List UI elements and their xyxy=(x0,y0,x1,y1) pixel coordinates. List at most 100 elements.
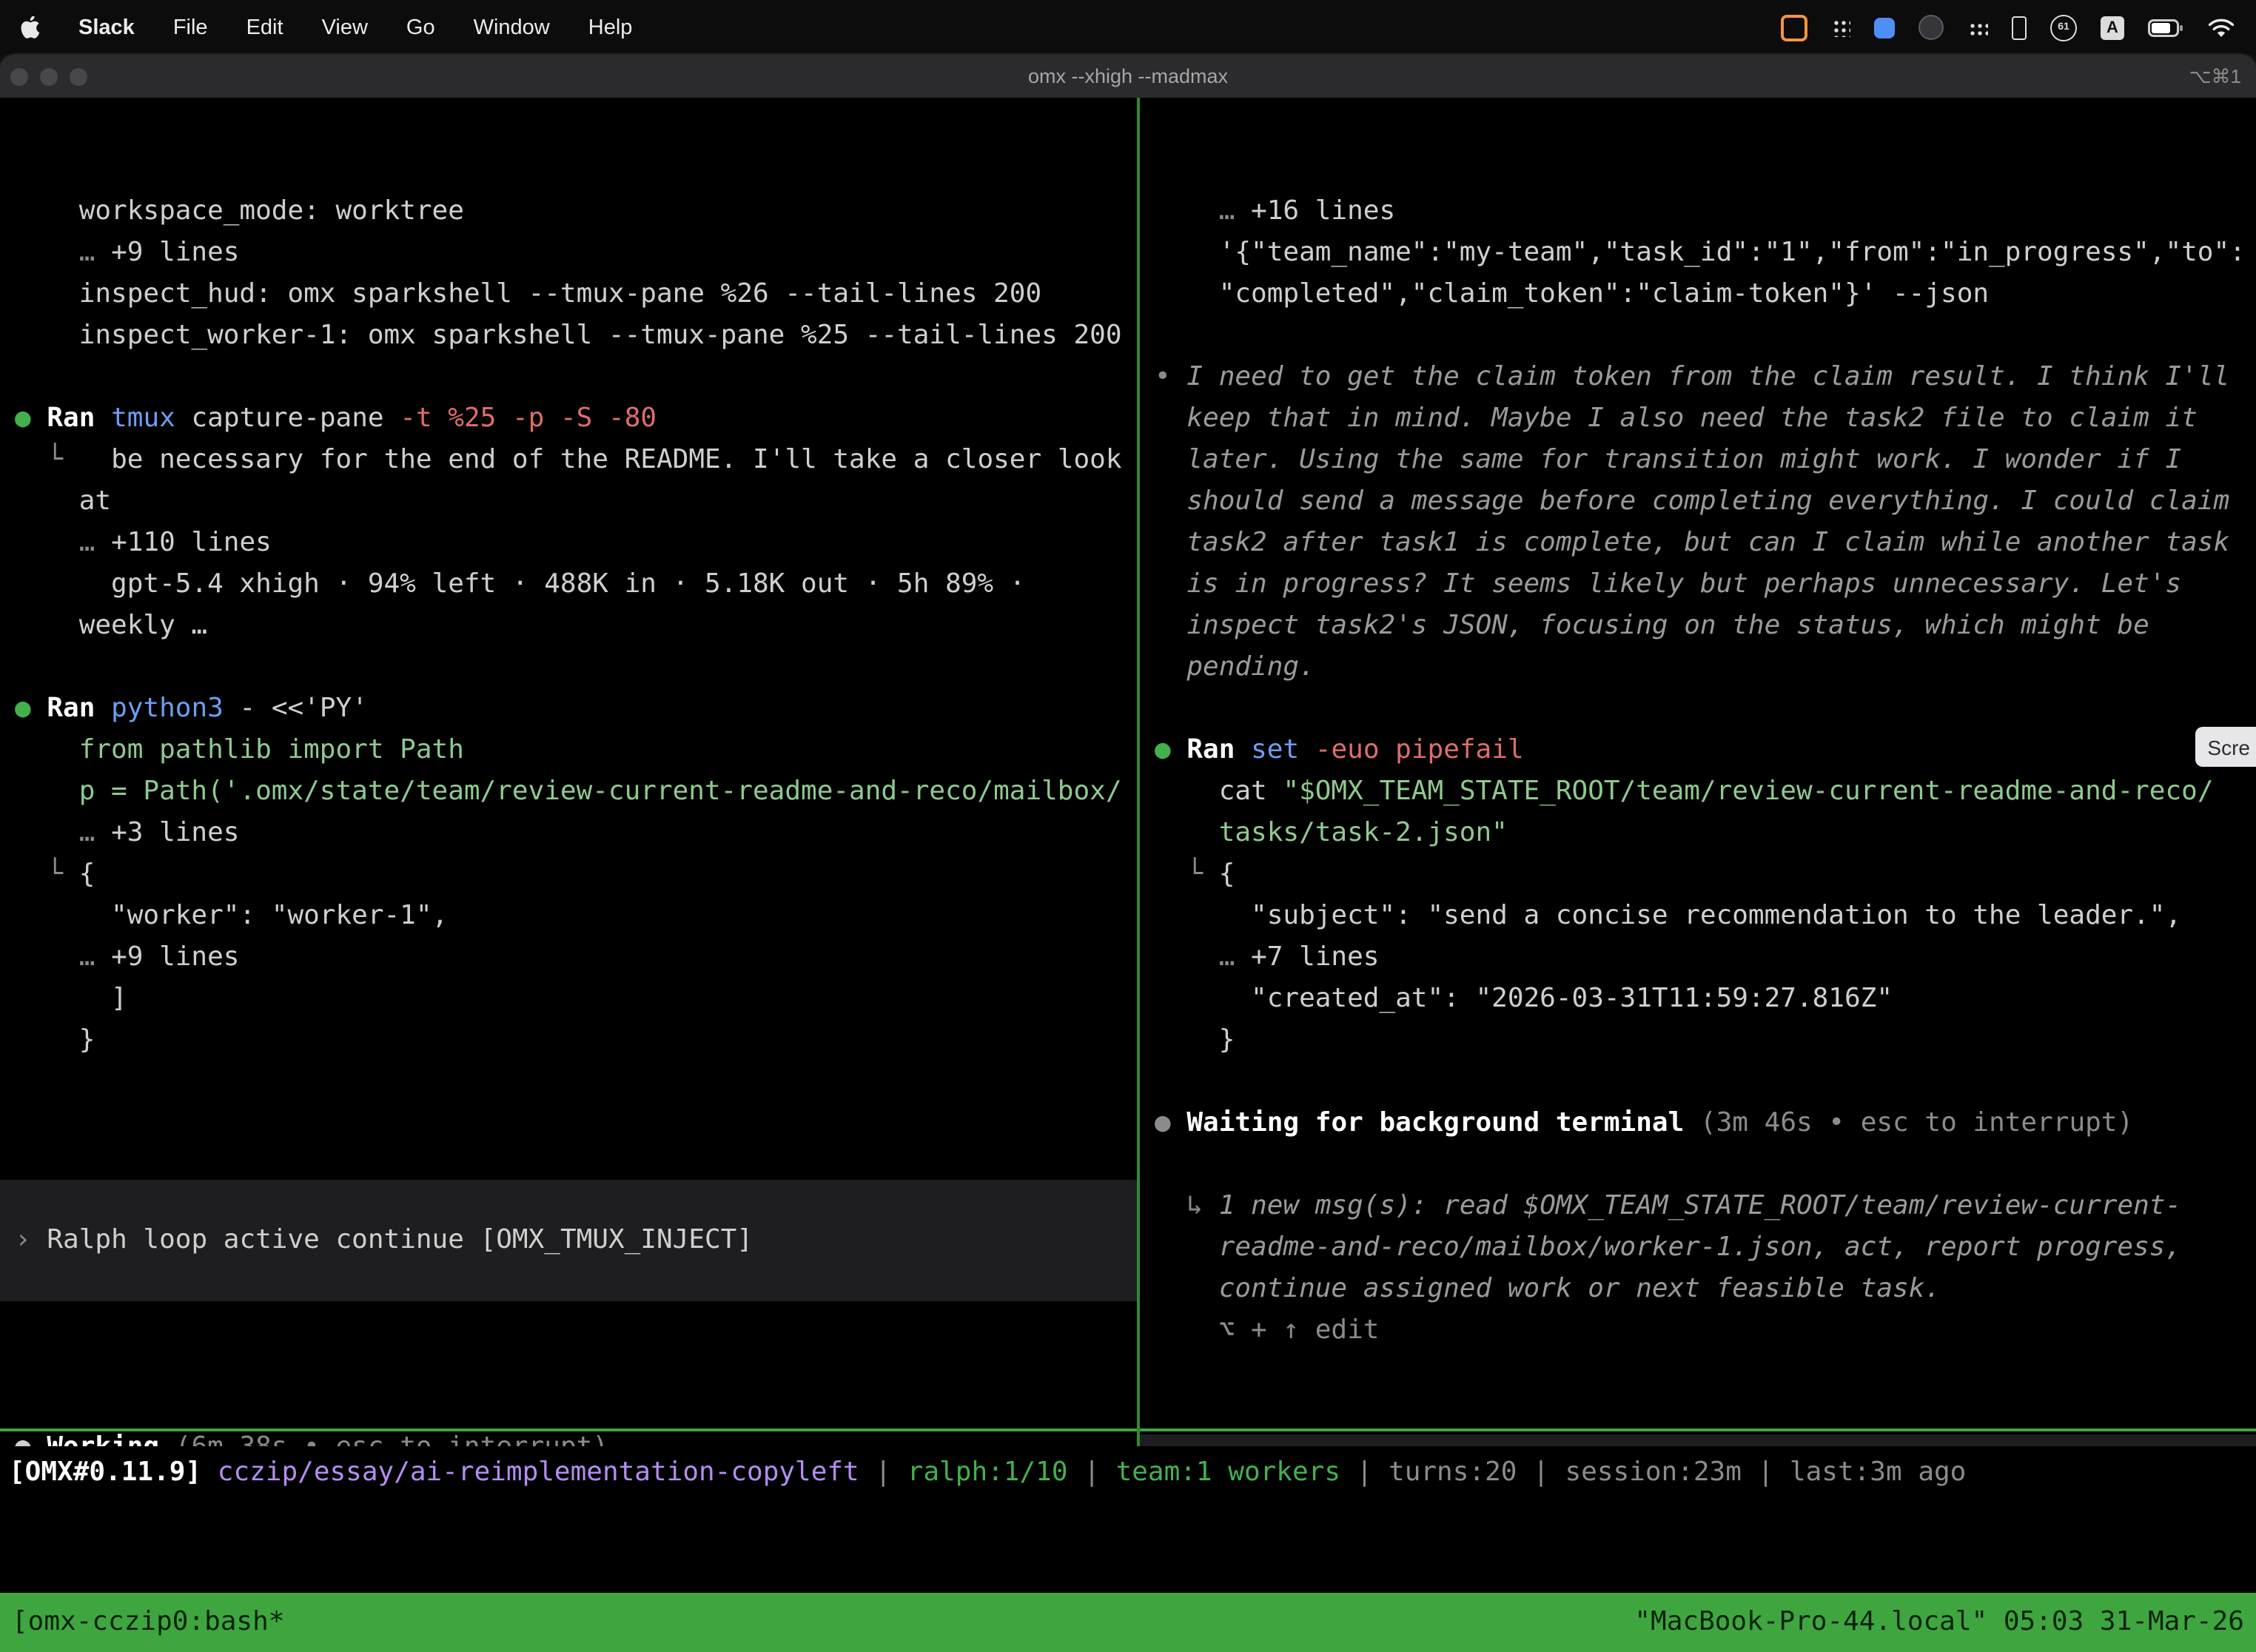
right-terminal-pane[interactable]: … +16 lines '{"team_name":"my-team","tas… xyxy=(1140,98,2256,1446)
terminal-line: … +9 lines xyxy=(0,937,1137,978)
terminal-line: is in progress? It seems likely but perh… xyxy=(1140,564,2256,605)
text-segment: '{"team_name":"my-team","task_id":"1","f… xyxy=(1155,237,2246,268)
device-icon[interactable] xyxy=(2012,16,2027,39)
menu-item-go[interactable]: Go xyxy=(406,16,435,39)
text-segment: gpt-5.4 xhigh · 94% left · 488K in · 5.1… xyxy=(15,568,1025,600)
text-segment: | xyxy=(1340,1457,1389,1488)
terminal-content: workspace_mode: worktree … +9 lines insp… xyxy=(0,98,2256,1652)
terminal-line: ● Ran tmux capture-pane -t %25 -p -S -80 xyxy=(0,398,1137,440)
screen: Slack File Edit View Go Window Help 61 A xyxy=(0,0,2256,1652)
text-segment: Ralph loop active continue [OMX_TMUX_INJ… xyxy=(47,1224,753,1255)
text-segment: | xyxy=(1742,1457,1790,1488)
terminal-line: └ be necessary for the end of the README… xyxy=(0,440,1137,481)
text-segment: weekly … xyxy=(15,610,207,641)
screen-recording-indicator-icon[interactable] xyxy=(1781,14,1807,41)
menu-item-view[interactable]: View xyxy=(322,16,368,39)
text-segment: └ xyxy=(15,444,111,475)
text-segment: turns:20 xyxy=(1389,1457,1517,1488)
terminal-line xyxy=(0,647,1137,688)
terminal-line: } xyxy=(0,1020,1137,1061)
text-segment: (6m 38s • esc to interrupt) xyxy=(159,1431,608,1446)
text-segment: ↳ xyxy=(1155,1190,1219,1221)
text-segment: +9 lines xyxy=(111,237,239,268)
menu-item-help[interactable]: Help xyxy=(588,16,633,39)
text-segment: Ran xyxy=(47,403,111,434)
text-segment: at xyxy=(15,486,111,517)
text-segment: keep that in mind. Maybe I also need the… xyxy=(1155,403,2198,434)
apple-menu[interactable] xyxy=(21,16,40,38)
tmux-status-bar: [omx-cczip0:bash* "MacBook-Pro-44.local"… xyxy=(0,1592,2256,1652)
text-segment: p = Path('.omx/state/team/review-current… xyxy=(15,776,1122,807)
terminal-line: p = Path('.omx/state/team/review-current… xyxy=(0,771,1137,813)
battery-icon[interactable] xyxy=(2148,19,2183,36)
terminal-line: task2 after task1 is complete, but can I… xyxy=(1140,523,2256,564)
text-segment: Waiting for background terminal xyxy=(1186,1107,1684,1138)
text-segment: "worker": "worker-1", xyxy=(15,900,448,931)
text-segment: ● xyxy=(1155,734,1186,765)
text-segment: | xyxy=(1068,1457,1116,1488)
close-button[interactable] xyxy=(10,67,28,85)
terminal-line: gpt-5.4 xhigh · 94% left · 488K in · 5.1… xyxy=(0,564,1137,605)
text-segment: should send a message before completing … xyxy=(1155,486,2229,517)
window-shortcut: ⌥⌘1 xyxy=(2189,64,2241,88)
terminal-line: '{"team_name":"my-team","task_id":"1","f… xyxy=(1140,232,2256,274)
terminal-line: └ { xyxy=(0,854,1137,896)
text-segment: } xyxy=(15,1024,95,1055)
terminal-line: workspace_mode: worktree xyxy=(0,191,1137,232)
text-segment: ralph:1/10 xyxy=(907,1457,1068,1488)
window-title-bar[interactable]: omx --xhigh --madmax ⌥⌘1 xyxy=(0,55,2256,98)
text-segment: "completed","claim_token":"claim-token"}… xyxy=(1155,278,1989,309)
text-segment: tasks/task-2.json" xyxy=(1155,817,1508,848)
text-segment: be necessary for the end of the README. … xyxy=(111,444,1121,475)
text-segment: { xyxy=(79,859,95,890)
apple-icon xyxy=(21,16,40,38)
left-terminal-pane[interactable]: workspace_mode: worktree … +9 lines insp… xyxy=(0,98,1137,1446)
text-segment: I need to get the claim token from the c… xyxy=(1186,361,2229,392)
text-segment: { xyxy=(1219,859,1235,890)
text-segment: +7 lines xyxy=(1251,941,1379,973)
minimize-button[interactable] xyxy=(40,67,58,85)
text-segment: pending. xyxy=(1155,651,1315,682)
text-segment: task2 after task1 is complete, but can I… xyxy=(1155,527,2229,558)
text-segment: "subject": "send a concise recommendatio… xyxy=(1155,900,2181,931)
terminal-window: omx --xhigh --madmax ⌥⌘1 workspace_mode:… xyxy=(0,55,2256,1652)
terminal-line: … +110 lines xyxy=(0,523,1137,564)
text-segment: └ xyxy=(15,859,79,890)
wifi-icon[interactable] xyxy=(2207,17,2235,38)
text-segment: ● xyxy=(15,693,47,724)
terminal-line xyxy=(1140,1061,2256,1103)
text-segment: ] xyxy=(15,983,127,1014)
text-segment: tmux xyxy=(111,403,175,434)
terminal-line: tasks/task-2.json" xyxy=(1140,813,2256,854)
text-segment: "created_at": "2026-03-31T11:59:27.816Z" xyxy=(1155,983,1893,1014)
text-segment: … xyxy=(15,817,111,848)
active-app-menu[interactable]: Slack xyxy=(78,16,135,39)
menu-item-file[interactable]: File xyxy=(173,16,208,39)
dark-app-icon[interactable] xyxy=(1918,15,1944,40)
text-segment: inspect_hud: omx sparkshell --tmux-pane … xyxy=(15,278,1041,309)
blue-app-icon[interactable] xyxy=(1874,17,1895,38)
terminal-line: "completed","claim_token":"claim-token"}… xyxy=(1140,274,2256,315)
terminal-line: keep that in mind. Maybe I also need the… xyxy=(1140,398,2256,440)
text-segment: ⌥ + ↑ edit xyxy=(1155,1314,1379,1346)
text-segment: 1 new msg(s): read $OMX_TEAM_STATE_ROOT/… xyxy=(1219,1190,2181,1221)
dots-grid-icon[interactable] xyxy=(1967,20,1988,35)
text-segment: +110 lines xyxy=(111,527,272,558)
grid-icon[interactable] xyxy=(1831,18,1850,37)
gauge-icon[interactable]: 61 xyxy=(2050,14,2077,41)
text-segment: inspect task2's JSON, focusing on the st… xyxy=(1155,610,2149,641)
text-segment xyxy=(201,1457,218,1488)
terminal-line: • I need to get the claim token from the… xyxy=(1140,357,2256,398)
input-source-icon[interactable]: A xyxy=(2101,16,2124,39)
zoom-button[interactable] xyxy=(70,67,87,85)
screen-tooltip: Scre xyxy=(2195,727,2256,767)
menu-item-window[interactable]: Window xyxy=(474,16,550,39)
text-segment: ● xyxy=(15,1431,47,1446)
terminal-line: from pathlib import Path xyxy=(0,730,1137,771)
menu-item-edit[interactable]: Edit xyxy=(246,16,283,39)
right-prompt-input[interactable]: › Explain this codebase xyxy=(1140,1434,2256,1446)
terminal-line: ↳ 1 new msg(s): read $OMX_TEAM_STATE_ROO… xyxy=(1140,1186,2256,1227)
text-segment: Ran xyxy=(1186,734,1251,765)
terminal-line: readme-and-reco/mailbox/worker-1.json, a… xyxy=(1140,1227,2256,1269)
terminal-line: … +16 lines xyxy=(1140,191,2256,232)
